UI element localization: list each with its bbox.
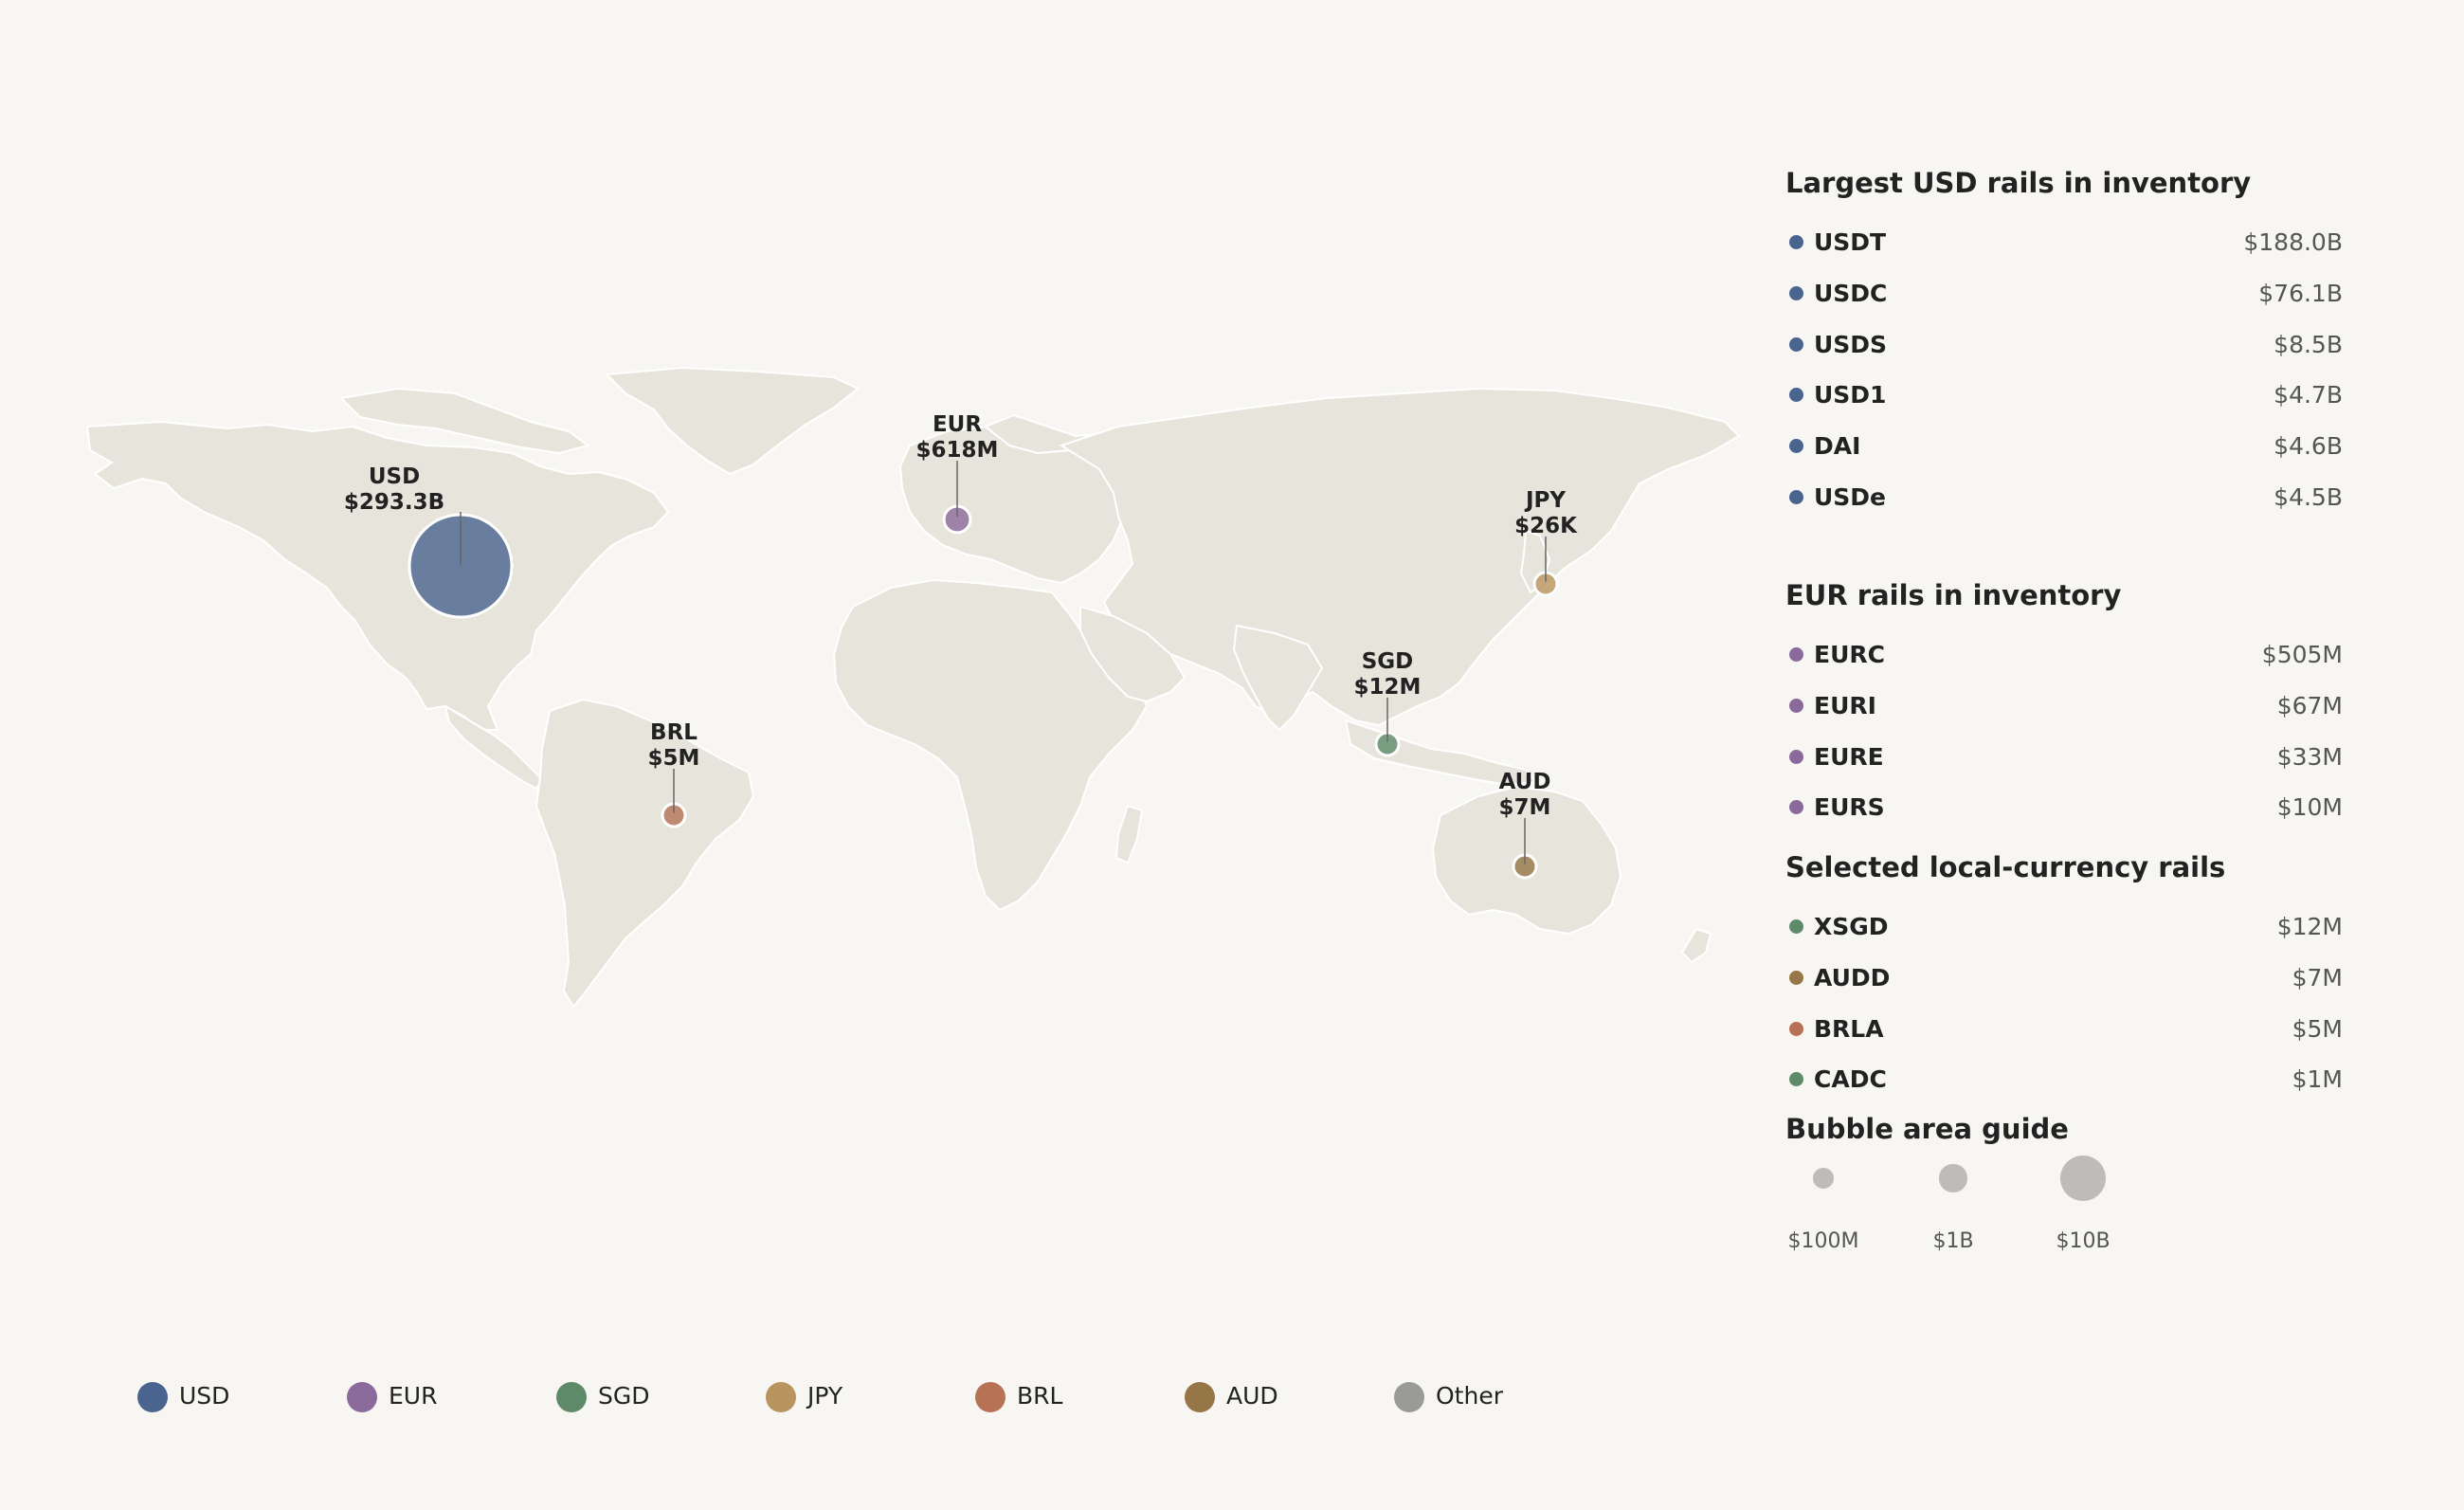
guide-circle: [1812, 1167, 1835, 1190]
guide-label: $10B: [2056, 1229, 2111, 1253]
bubble-amount-label: $5M: [648, 746, 700, 771]
rail-name: DAI: [1814, 432, 1861, 461]
bubble-code-label: BRL: [650, 720, 698, 745]
rail-value: $33M: [2276, 742, 2343, 771]
rail-name: USDe: [1814, 483, 1887, 511]
rail-value: $188.0B: [2243, 228, 2343, 256]
rail-row-eure: EURE $33M: [1785, 738, 2343, 776]
rail-name: EURE: [1814, 742, 1884, 771]
rail-name: USDC: [1814, 279, 1888, 307]
rail-color-dot: [1789, 1072, 1803, 1087]
rail-value: $67M: [2276, 691, 2343, 719]
bubble-amount-label: $12M: [1354, 675, 1422, 700]
rail-name: USDS: [1814, 330, 1888, 358]
currency-legend: USD EUR SGD JPY BRL AUD Other: [0, 1374, 1706, 1422]
rail-value: $7M: [2292, 963, 2343, 992]
legend-label: BRL: [1017, 1382, 1063, 1410]
rail-name: XSGD: [1814, 913, 1889, 940]
rail-name: USDT: [1814, 228, 1887, 256]
rail-name: BRLA: [1814, 1014, 1884, 1043]
rail-value: $505M: [2261, 641, 2343, 668]
bubble-guide-title: Bubble area guide: [1785, 1113, 2069, 1145]
guide-circle: [2059, 1155, 2107, 1202]
rail-name: USD1: [1814, 381, 1887, 409]
rail-color-dot: [1789, 970, 1803, 985]
rail-row-xsgd: XSGD $12M: [1785, 908, 2343, 946]
bubble-code-label: USD: [369, 464, 420, 489]
guide-circle: [1939, 1164, 1967, 1192]
rail-color-dot: [1789, 749, 1803, 764]
bubble-amount-label: $618M: [916, 438, 999, 463]
legend-label: AUD: [1226, 1382, 1278, 1410]
rail-color-dot: [1789, 1021, 1803, 1036]
legend-label: JPY: [807, 1382, 843, 1410]
legend-label: USD: [179, 1382, 230, 1410]
rail-color-dot: [1789, 439, 1803, 454]
rail-row-usde: USDe $4.5B: [1785, 479, 2343, 517]
rail-name: EURC: [1814, 641, 1885, 668]
land-madagascar: [1114, 804, 1144, 864]
rail-row-audd: AUDD $7M: [1785, 959, 2343, 997]
rail-color-dot: [1789, 919, 1803, 934]
rail-row-usdc: USDC $76.1B: [1785, 275, 2343, 313]
bubble-code-label: JPY: [1524, 488, 1566, 513]
legend-label: Other: [1436, 1382, 1503, 1410]
rail-color-dot: [1789, 388, 1803, 403]
rail-name: CADC: [1814, 1065, 1887, 1094]
rail-value: $4.7B: [2274, 381, 2343, 409]
legend-swatch: [347, 1382, 377, 1412]
rail-row-dai: DAI $4.6B: [1785, 428, 2343, 465]
legend-swatch: [1185, 1382, 1215, 1412]
rail-row-euri: EURI $67M: [1785, 687, 2343, 725]
rail-row-usd1: USD1 $4.7B: [1785, 376, 2343, 414]
bubble-code-label: SGD: [1362, 649, 1414, 674]
land-layer: [85, 366, 1741, 1009]
legend-swatch: [137, 1382, 168, 1412]
rail-color-dot: [1789, 800, 1803, 815]
rail-name: AUDD: [1814, 963, 1891, 992]
bubble-amount-label: $26K: [1514, 514, 1578, 538]
land-greenland: [604, 366, 860, 476]
guide-label: $1B: [1932, 1229, 1974, 1253]
rail-color-dot: [1789, 647, 1803, 662]
rail-value: $1M: [2292, 1065, 2343, 1094]
rail-row-eurc: EURC $505M: [1785, 636, 2343, 674]
legend-swatch: [975, 1382, 1006, 1412]
legend-swatch: [556, 1382, 587, 1412]
legend-label: SGD: [598, 1382, 650, 1410]
rail-color-dot: [1789, 235, 1803, 249]
rail-color-dot: [1789, 490, 1803, 504]
rail-row-brla: BRLA $5M: [1785, 1010, 2343, 1048]
rail-value: $4.5B: [2274, 483, 2343, 511]
rail-value: $8.5B: [2274, 330, 2343, 358]
rail-value: $12M: [2276, 913, 2343, 940]
legend-swatch: [766, 1382, 796, 1412]
land-south-america: [534, 698, 755, 1009]
rail-name: EURS: [1814, 793, 1885, 822]
rail-value: $76.1B: [2258, 279, 2343, 307]
bubble-amount-label: $7M: [1499, 795, 1551, 820]
rail-color-dot: [1789, 337, 1803, 352]
rail-row-usdt: USDT $188.0B: [1785, 224, 2343, 262]
rail-name: EURI: [1814, 691, 1876, 719]
rail-row-cadc: CADC $1M: [1785, 1061, 2343, 1099]
bubble-amount-label: $293.3B: [344, 490, 444, 515]
rail-row-usds: USDS $8.5B: [1785, 326, 2343, 364]
eur-rails-title: EUR rails in inventory: [1785, 579, 2122, 611]
rail-value: $4.6B: [2274, 432, 2343, 461]
rail-color-dot: [1789, 698, 1803, 713]
rail-value: $10M: [2276, 793, 2343, 822]
rail-row-eurs: EURS $10M: [1785, 789, 2343, 827]
rail-color-dot: [1789, 285, 1803, 300]
local-rails-title: Selected local-currency rails: [1785, 851, 2226, 883]
world-map: USD$293.3B EUR$618M JPY$26K SGD$12M BRL$5M AU…: [85, 366, 1741, 1009]
bubble-code-label: AUD: [1499, 770, 1551, 794]
usd-rails-title: Largest USD rails in inventory: [1785, 167, 2252, 199]
land-new-zealand: [1680, 927, 1712, 964]
bubble-code-label: EUR: [933, 412, 982, 437]
rail-value: $5M: [2292, 1014, 2343, 1043]
guide-label: $100M: [1787, 1229, 1859, 1253]
legend-label: EUR: [389, 1382, 438, 1410]
legend-swatch: [1394, 1382, 1424, 1412]
